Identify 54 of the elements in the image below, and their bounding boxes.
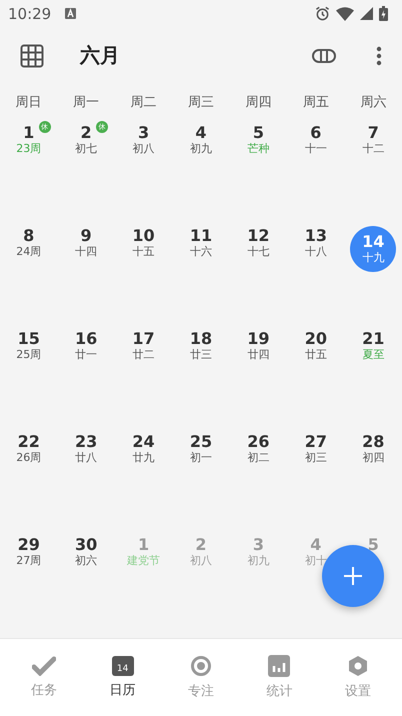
calendar-day[interactable]: 3 初八 [132,122,155,156]
calendar-day[interactable]: 8 24周 [16,226,42,259]
calendar-day[interactable]: 19 廿四 [247,328,270,362]
calendar-day[interactable]: 22 26周 [16,432,42,465]
calendar-day[interactable]: 25 初一 [190,432,212,465]
calendar-day[interactable]: 20 廿五 [304,328,327,362]
signal-icon [360,7,373,20]
calendar-icon: 14 [112,656,134,676]
calendar-day[interactable]: 4 初九 [190,122,212,156]
calendar-day[interactable]: 26 初二 [247,432,270,465]
calendar-day[interactable]: 12 十七 [247,226,270,259]
chart-icon [268,654,290,677]
target-icon [190,654,212,677]
battery-icon [379,6,388,21]
calendar-day[interactable]: 6 十一 [304,122,327,156]
calendar-day[interactable]: 23 廿八 [75,432,98,465]
calendar-day[interactable]: 30 初六 [75,534,98,568]
calendar-day[interactable]: 16 廿一 [75,328,98,362]
calendar-day[interactable]: 18 廿三 [190,328,212,362]
plus-icon [344,566,362,585]
nav-tab[interactable]: 14 日历 [83,638,162,716]
grid-view-icon[interactable] [20,44,44,68]
calendar-day[interactable]: 21 夏至 [362,328,384,362]
weekday-label: 周五 [302,94,330,111]
weekday-label: 周三 [186,94,215,111]
calendar-day[interactable]: 28 初四 [362,432,384,465]
weekday-label: 周一 [72,94,100,111]
weekday-label: 周二 [130,94,158,111]
calendar-day[interactable]: 13 十八 [304,226,327,259]
settings-icon [346,654,369,677]
calendar-day[interactable]: 5 芒种 [247,122,270,156]
weekday-label: 周六 [359,94,388,111]
toggle-icon[interactable] [312,48,336,63]
calendar-day[interactable]: 14 十九 [350,226,396,272]
calendar-day[interactable]: 15 25周 [16,328,42,362]
status-time: 10:29 [8,4,52,22]
calendar-day[interactable]: 2 初七 [75,122,98,156]
calendar-day[interactable]: 1 23周 [16,122,42,156]
month-title: 六月 [80,42,120,70]
check-icon [32,656,56,676]
calendar-day[interactable]: 29 27周 [16,534,42,568]
calendar-day[interactable]: 17 廿二 [132,328,155,362]
calendar-day[interactable]: 9 十四 [75,226,98,259]
more-icon[interactable] [376,46,382,66]
calendar-day[interactable]: 11 十六 [190,226,212,259]
weekday-label: 周四 [244,94,272,111]
notification-icon [65,8,76,19]
calendar-day[interactable]: 27 初三 [304,432,327,465]
calendar-day[interactable]: 7 十二 [362,122,384,156]
weekday-label: 周日 [14,94,43,111]
calendar-day[interactable]: 10 十五 [132,226,155,259]
wifi-icon [336,6,354,20]
alarm-icon [315,6,330,21]
calendar-day[interactable]: 24 廿九 [132,432,155,465]
